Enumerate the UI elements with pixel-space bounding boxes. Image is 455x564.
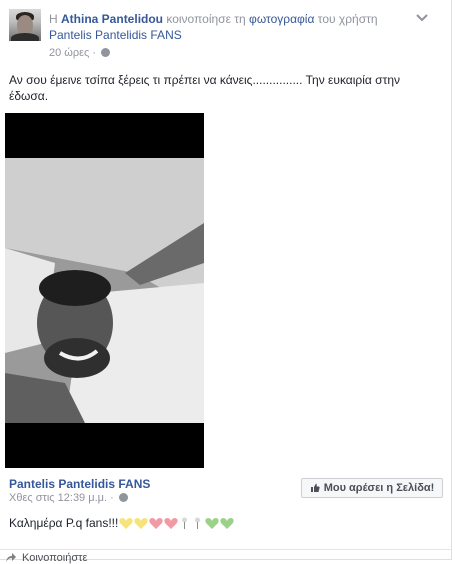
shared-content: Pantelis Pantelidis FANS Χθες στις 12:39… [5,470,446,542]
shared-meta: Χθες στις 12:39 μ.μ. · [9,492,128,504]
shared-message: Καλημέρα Ρ.q fans!!! [9,516,119,530]
like-page-button[interactable]: Μου αρέσει η Σελίδα! [301,478,443,498]
photo-link[interactable]: φωτογραφία [249,12,314,26]
flower-icon [182,517,188,529]
shared-text: Καλημέρα Ρ.q fans!!! [9,516,234,530]
heart-icon [220,517,234,529]
shared-timestamp[interactable]: Χθες στις 12:39 μ.μ. [9,492,107,504]
page-link[interactable]: Pantelis Pantelidis FANS [49,28,182,42]
post-header: Η Athina Pantelidou κοινοποίησε τη φωτογ… [9,9,429,65]
prefix-text: Η [49,12,58,26]
post-actions-bar: Κοινοποιήστε [0,549,452,564]
like-page-label: Μου αρέσει η Σελίδα! [323,482,435,494]
post-card: Η Athina Pantelidou κοινοποίησε τη φωτογ… [0,0,452,564]
action-text: κοινοποίησε τη [166,12,246,26]
heart-icon [164,517,178,529]
post-meta: 20 ώρες · [49,46,111,60]
post-text: Αν σου έμεινε τσίπα ξέρεις τι πρέπει να … [9,73,400,103]
heart-icon [205,517,219,529]
globe-icon[interactable] [101,48,111,57]
heart-icon [119,517,133,529]
timestamp[interactable]: 20 ώρες [49,47,89,59]
share-button[interactable]: Κοινοποιήστε [22,552,87,564]
action-text-2: του χρήστη [317,12,378,26]
shared-photo[interactable] [5,113,204,468]
heart-icon [149,517,163,529]
post-heading: Η Athina Pantelidou κοινοποίησε τη φωτογ… [49,11,409,43]
shared-page-name[interactable]: Pantelis Pantelidis FANS [9,477,150,491]
author-avatar[interactable] [9,9,41,41]
heart-icon [134,517,148,529]
chevron-down-icon[interactable] [415,13,429,23]
flower-icon [195,517,201,529]
author-link[interactable]: Athina Pantelidou [61,12,163,26]
globe-icon[interactable] [118,493,128,502]
like-thumb-icon [310,483,320,492]
